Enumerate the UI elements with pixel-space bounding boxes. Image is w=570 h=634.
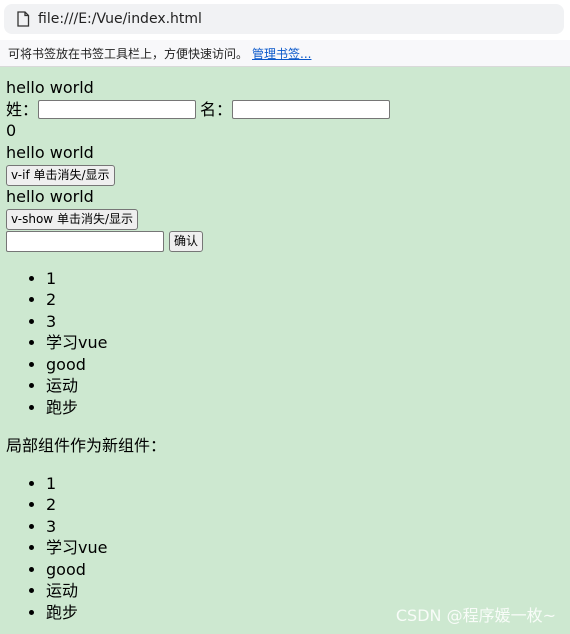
list-item: 3 [46, 516, 566, 538]
list-item: good [46, 354, 566, 376]
list-item: 2 [46, 494, 566, 516]
vif-text: hello world [6, 143, 94, 163]
first-name-input[interactable] [232, 100, 391, 120]
first-name-label: 名： [200, 99, 233, 119]
todo-row: 确认 [6, 230, 566, 252]
list-item: 2 [46, 289, 566, 311]
list-item: 1 [46, 268, 566, 290]
list-item: 1 [46, 473, 566, 495]
list-item: 运动 [46, 375, 566, 397]
list-item: 学习vue [46, 537, 566, 559]
list-item: 跑步 [46, 397, 566, 419]
bookmark-hint: 可将书签放在书签工具栏上，方便快速访问。 [8, 46, 249, 61]
bookmark-bar: 可将书签放在书签工具栏上，方便快速访问。 管理书签... [0, 40, 570, 67]
vshow-text: hello world [6, 186, 94, 206]
list-item: 3 [46, 311, 566, 333]
manage-bookmarks-link[interactable]: 管理书签... [252, 45, 311, 62]
local-component-label: 局部组件作为新组件： [6, 436, 167, 456]
browser-toolbar: file:///E:/Vue/index.html [0, 0, 570, 40]
last-name-label: 姓： [6, 99, 39, 119]
vshow-toggle-button[interactable]: v-show 单击消失/显示 [6, 208, 138, 230]
todo-list: 1 2 3 学习vue good 运动 跑步 [6, 268, 566, 419]
vif-toggle-button[interactable]: v-if 单击消失/显示 [6, 164, 115, 186]
file-icon [8, 4, 38, 34]
address-bar[interactable]: file:///E:/Vue/index.html [4, 4, 564, 34]
confirm-button[interactable]: 确认 [169, 230, 204, 252]
component-list: 1 2 3 学习vue good 运动 跑步 [6, 473, 566, 624]
todo-input[interactable] [6, 230, 164, 252]
name-row: 姓： 名： [6, 99, 566, 121]
list-item: 学习vue [46, 332, 566, 354]
message-text: hello world [6, 78, 94, 97]
list-item: 运动 [46, 580, 566, 602]
app-root: hello world 姓： 名： 0 hello world v-if 单击消… [6, 77, 566, 623]
csdn-watermark: CSDN @程序媛一枚~ [395, 606, 556, 625]
counter-text: 0 [6, 121, 17, 141]
list-item: good [46, 559, 566, 581]
last-name-input[interactable] [38, 100, 197, 120]
url-text[interactable]: file:///E:/Vue/index.html [38, 11, 202, 27]
